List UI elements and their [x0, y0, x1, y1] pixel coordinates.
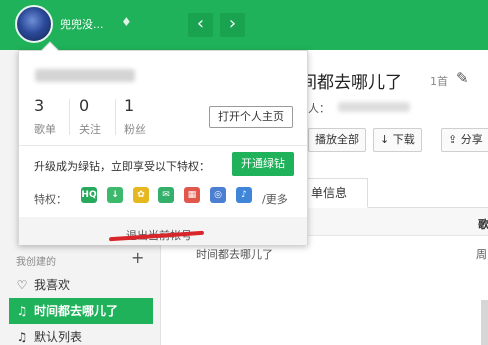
scrollbar[interactable] — [481, 300, 488, 345]
stat-divider — [115, 99, 116, 135]
sidebar-section-label: 我创建的 — [16, 257, 56, 268]
diamond-icon[interactable]: ♦ — [121, 15, 132, 29]
avatar[interactable] — [15, 5, 53, 43]
chevron-right-icon: › — [228, 13, 237, 34]
song-count: 1首 — [430, 75, 448, 88]
sidebar-item-label: 默认列表 — [34, 330, 83, 344]
skin-icon[interactable]: ✿ — [133, 187, 149, 203]
creator-label: 人： — [308, 102, 330, 115]
column-header-song[interactable]: 歌 — [478, 216, 488, 232]
page-title: 间都去哪儿了 — [300, 73, 402, 93]
username[interactable]: 兜兜没... — [60, 16, 104, 32]
music-note-icon: ♫ — [16, 330, 28, 344]
upgrade-text: 升级成为绿钻，立即享受以下特权： — [34, 160, 210, 173]
stat-following-label: 关注 — [79, 123, 101, 136]
badge-icon[interactable]: ◎ — [210, 187, 226, 203]
download-icon[interactable]: ↓ — [107, 187, 123, 203]
top-bar: 兜兜没... ♦ ‹ › — [0, 0, 488, 50]
chevron-left-icon: ‹ — [196, 13, 205, 34]
lyrics-icon[interactable]: ♪ — [236, 187, 252, 203]
music-note-icon: ♫ — [16, 304, 28, 318]
open-green-diamond-button[interactable]: 开通绿钻 — [232, 152, 294, 176]
divider — [19, 145, 307, 146]
table-cell-artist[interactable]: 周 — [476, 246, 487, 262]
play-all-button[interactable]: 播放全部 — [308, 128, 366, 152]
popup-username-redacted — [35, 69, 135, 82]
sidebar-item-playlist[interactable]: ♫ 时间都去哪儿了 — [9, 298, 153, 324]
plus-icon[interactable]: + — [131, 248, 144, 267]
tab-playlist-info[interactable]: 单信息 — [300, 178, 368, 208]
table-row[interactable]: 时间都去哪儿了 — [196, 246, 273, 262]
sidebar-item-default-list[interactable]: ♫ 默认列表 — [9, 324, 153, 345]
edit-icon[interactable]: ✎ — [456, 69, 469, 87]
download-button[interactable]: ↓ 下载 — [373, 128, 422, 152]
stat-playlists-count[interactable]: 3 — [34, 96, 44, 115]
heart-icon: ♡ — [16, 278, 28, 292]
stat-divider — [69, 99, 70, 135]
stat-followers-label: 粉丝 — [124, 123, 146, 136]
sidebar-item-favorites[interactable]: ♡ 我喜欢 — [9, 272, 153, 298]
back-button[interactable]: ‹ — [188, 13, 213, 37]
privileges-label: 特权： — [34, 193, 67, 206]
sidebar-item-label: 时间都去哪儿了 — [34, 304, 119, 318]
stat-followers-count[interactable]: 1 — [124, 96, 134, 115]
hq-icon[interactable]: HQ — [81, 187, 97, 203]
sidebar-item-label: 我喜欢 — [34, 278, 71, 292]
open-homepage-button[interactable]: 打开个人主页 — [209, 106, 293, 128]
stat-following-count[interactable]: 0 — [79, 96, 89, 115]
share-button[interactable]: ⇪ 分享 — [441, 128, 488, 152]
forward-button[interactable]: › — [220, 13, 245, 37]
message-icon[interactable]: ✉ — [158, 187, 174, 203]
creator-name-redacted — [338, 102, 410, 112]
stat-playlists-label: 歌单 — [34, 123, 56, 136]
account-popup: 3 歌单 0 关注 1 粉丝 打开个人主页 升级成为绿钻，立即享受以下特权： 开… — [18, 41, 308, 245]
more-privileges-link[interactable]: /更多 — [262, 191, 288, 207]
gift-icon[interactable]: ▦ — [184, 187, 200, 203]
